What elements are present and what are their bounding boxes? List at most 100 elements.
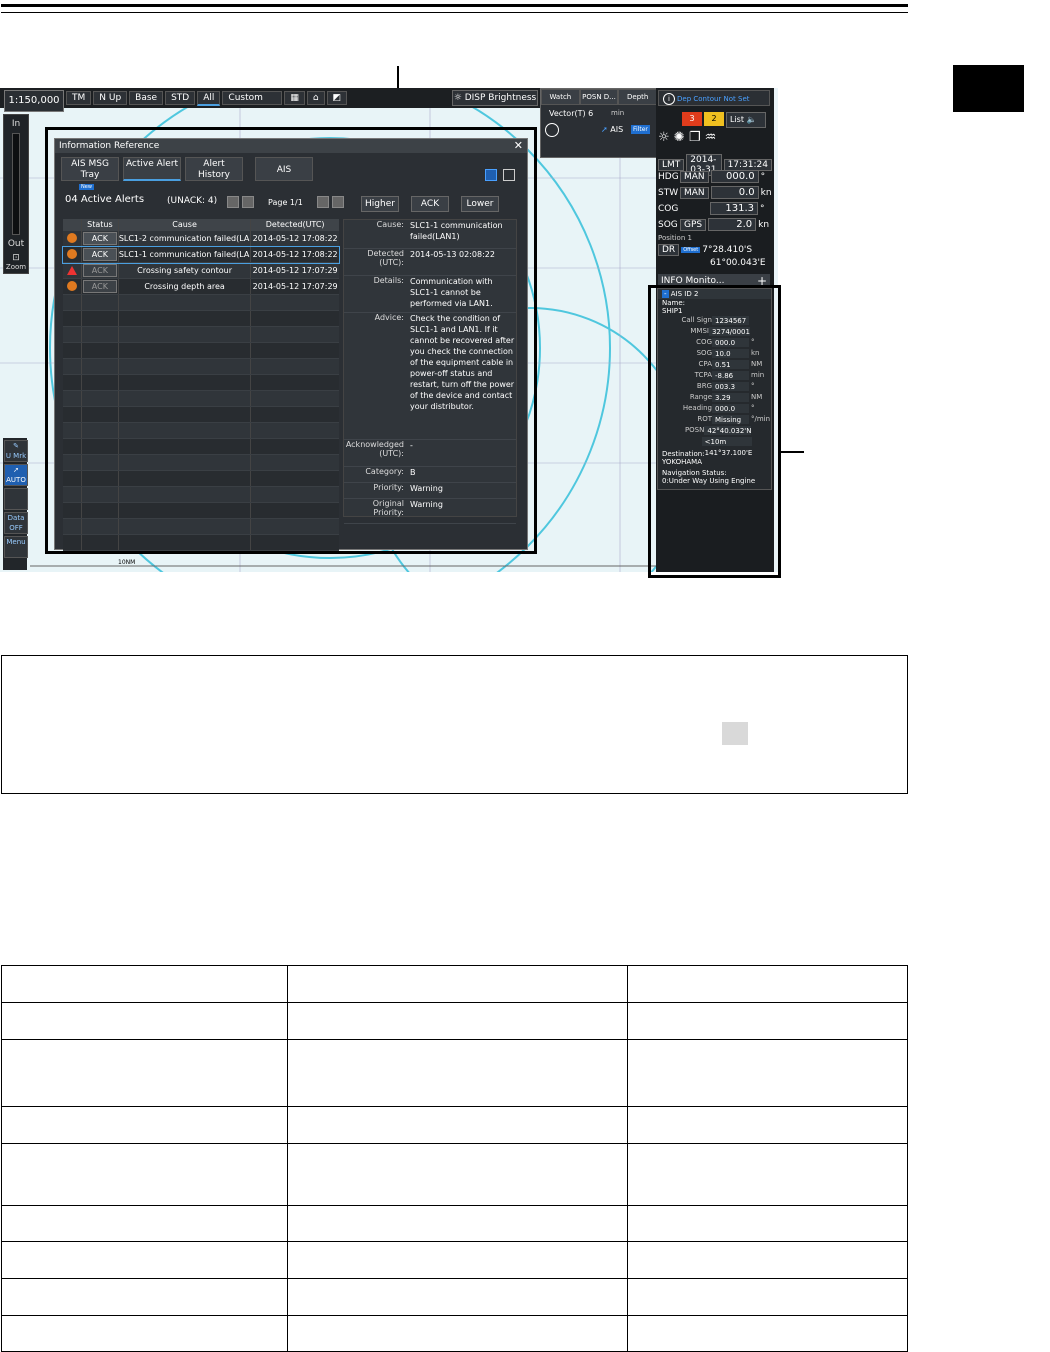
- hdg-value: 000.0: [710, 170, 759, 183]
- zoom-track[interactable]: [12, 133, 20, 235]
- offset-badge: Offset: [681, 247, 701, 253]
- stw-row: STW MAN 0.0 kn: [658, 186, 772, 199]
- table-cell: [627, 1205, 908, 1242]
- table-cell: [287, 1315, 628, 1352]
- table-cell: [1, 965, 288, 1003]
- alert-count-red[interactable]: 3: [682, 112, 702, 126]
- stw-mode-select[interactable]: MAN: [680, 186, 709, 199]
- table-cell: [287, 965, 628, 1003]
- description-table: [1, 965, 908, 1352]
- sun-icon: ☼: [453, 93, 462, 103]
- ais-cursor-icon: ➚: [601, 125, 608, 134]
- ais-toggle[interactable]: ➚ AIS: [601, 125, 623, 134]
- stw-unit: kn: [760, 187, 772, 198]
- table-cell: [287, 1106, 628, 1144]
- dr-select[interactable]: DR: [658, 244, 680, 256]
- sog-row: SOG GPS 2.0 kn: [658, 218, 769, 231]
- table-cell: [287, 1143, 628, 1206]
- day-night-icon[interactable]: ✺: [674, 130, 685, 145]
- all-button[interactable]: All: [197, 90, 221, 106]
- table-cell: [627, 1106, 908, 1144]
- vector-unit: min: [611, 109, 625, 117]
- watch-tabs: Watch POSN D... Depth: [541, 89, 658, 105]
- message-bar[interactable]: i Dep Contour Not Set: [658, 90, 770, 106]
- table-cell: [1, 1039, 288, 1107]
- sog-unit: kn: [758, 219, 770, 230]
- auto-cursor-button[interactable]: ➚ AUTO: [4, 464, 28, 486]
- std-button[interactable]: STD: [165, 91, 196, 105]
- speaker-icon: 🔈: [746, 115, 757, 124]
- note-marker: [722, 722, 748, 745]
- base-button[interactable]: Base: [129, 91, 164, 105]
- cog-unit: °: [760, 203, 765, 214]
- filter-button[interactable]: Filter: [631, 125, 650, 134]
- cog-value: 131.3: [710, 202, 758, 215]
- table-cell: [287, 1241, 628, 1279]
- stw-value: 0.0: [710, 186, 759, 199]
- table-cell: [627, 1315, 908, 1352]
- tab-watch[interactable]: Watch: [541, 89, 580, 105]
- table-cell: [1, 1315, 288, 1352]
- data-off-label: Data OFF: [7, 514, 25, 532]
- chart-icon[interactable]: ▦: [284, 91, 305, 105]
- data-off-button[interactable]: Data OFF: [4, 512, 28, 534]
- table-cell: [1, 1205, 288, 1242]
- vector-setting[interactable]: Vector(T) 6: [549, 109, 593, 118]
- tab-posn-d[interactable]: POSN D...: [579, 89, 619, 105]
- disp-brightness-button[interactable]: ☼ DISP Brightness: [452, 90, 538, 106]
- watch-panel: Watch POSN D... Depth Vector(T) 6 min ➚ …: [540, 88, 658, 158]
- home-icon[interactable]: ⌂: [306, 91, 325, 105]
- ais-label: AIS: [610, 125, 624, 134]
- custom-button[interactable]: Custom: [222, 91, 283, 105]
- zoom-in-label: In: [11, 119, 21, 129]
- user-mark-button[interactable]: ✎ U Mrk: [4, 440, 28, 462]
- longitude-row: 61°00.043'E: [710, 258, 766, 268]
- tab-depth[interactable]: Depth: [618, 89, 658, 105]
- timer-icon[interactable]: [545, 123, 559, 137]
- table-cell: [627, 1278, 908, 1316]
- list-label: List: [730, 115, 744, 124]
- user-mark-label: U Mrk: [5, 452, 27, 460]
- table-cell: [627, 1002, 908, 1040]
- tm-button[interactable]: TM: [66, 91, 92, 105]
- zoom-out-label: Out: [7, 239, 25, 249]
- sog-mode-select[interactable]: GPS: [680, 218, 707, 231]
- zoom-label: Zoom: [5, 263, 27, 271]
- cog-row: COG 131.3 °: [658, 202, 765, 215]
- pencil-icon: ✎: [13, 442, 19, 450]
- hdg-label: HDG: [658, 171, 679, 182]
- tool-column: ✎ U Mrk ➚ AUTO Data OFF Menu: [3, 438, 28, 570]
- tool-blank-button[interactable]: [4, 488, 28, 510]
- position-row: DR Offset 7°28.410'S: [658, 244, 752, 256]
- auto-label: AUTO: [6, 476, 26, 484]
- chart-scale-select[interactable]: 1:150,000: [4, 90, 64, 112]
- menu-button[interactable]: Menu: [4, 536, 28, 558]
- zoom-strip[interactable]: In Out ⊡ Zoom: [3, 114, 29, 274]
- hdg-unit: °: [760, 171, 766, 182]
- hdg-mode-select[interactable]: MAN: [680, 170, 709, 183]
- reset-icon[interactable]: ◩: [326, 91, 348, 105]
- table-cell: [627, 1241, 908, 1279]
- table-cell: [1, 1278, 288, 1316]
- callout-frame-ais: [648, 285, 781, 578]
- disp-brightness-label: DISP Brightness: [464, 93, 537, 103]
- layers-icon[interactable]: ❐: [689, 130, 701, 145]
- latitude-value: 7°28.410'S: [702, 245, 753, 255]
- alert-list-button[interactable]: List 🔈: [726, 112, 766, 128]
- man-overboard-icon[interactable]: ♒: [705, 130, 717, 145]
- alert-count-yellow[interactable]: 2: [704, 112, 724, 126]
- hdg-row: HDG MAN 000.0 °: [658, 170, 765, 183]
- table-cell: [1, 1241, 288, 1279]
- brightness-icon[interactable]: ☼: [658, 130, 670, 145]
- cursor-icon: ➚: [13, 466, 19, 474]
- sog-label: SOG: [658, 219, 678, 230]
- cog-label: COG: [658, 203, 679, 214]
- zoom-icon[interactable]: ⊡: [4, 253, 28, 263]
- table-cell: [287, 1039, 628, 1107]
- info-icon: i: [663, 93, 675, 105]
- note-box: [1, 655, 908, 794]
- north-up-button[interactable]: N Up: [93, 91, 128, 105]
- sog-value: 2.0: [708, 218, 757, 231]
- header-rule-thin: [1, 12, 908, 13]
- position-label: Position 1: [658, 234, 692, 242]
